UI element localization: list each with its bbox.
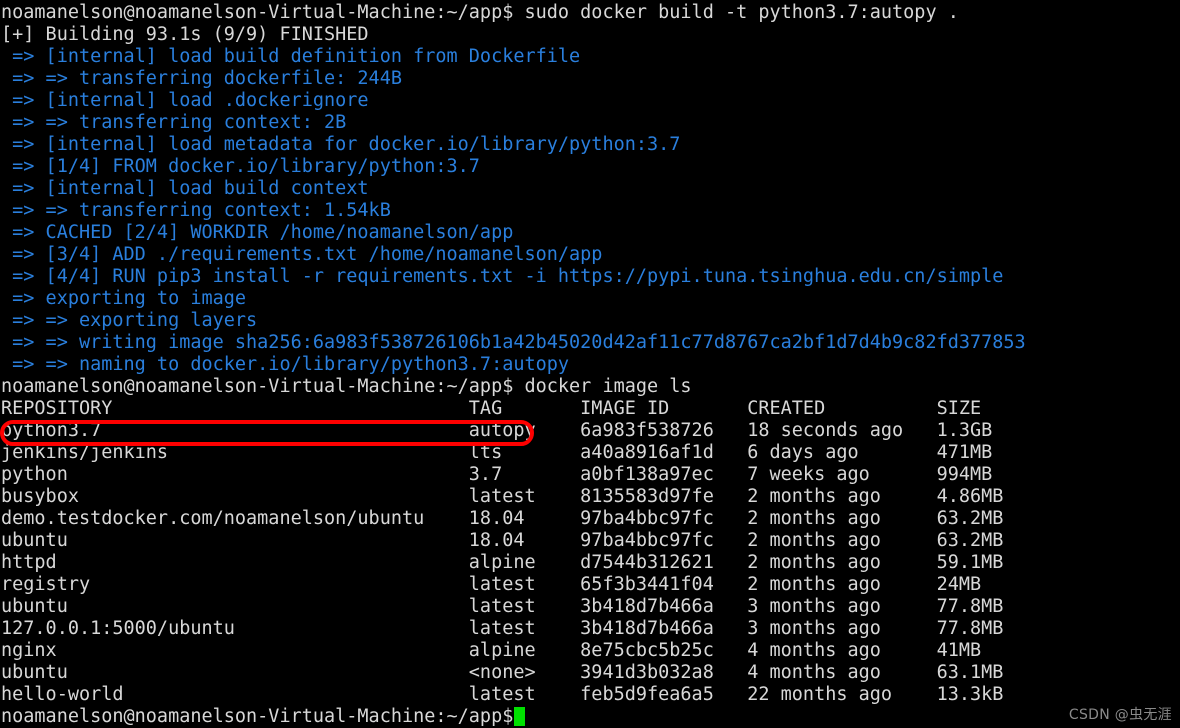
table-row: httpd alpine d7544b312621 2 months ago 5… [1, 552, 1004, 573]
table-header-row: REPOSITORY TAG IMAGE ID CREATED SIZE [1, 398, 982, 419]
table-row: ubuntu 18.04 97ba4bbc97fc 2 months ago 6… [1, 530, 1004, 551]
terminal-prompt-line[interactable]: noamanelson@noamanelson-Virtual-Machine:… [0, 706, 1180, 728]
terminal-screen: noamanelson@noamanelson-Virtual-Machine:… [0, 2, 1180, 728]
text-cursor [514, 707, 526, 726]
table-row: python 3.7 a0bf138a97ec 7 weeks ago 994M… [1, 464, 993, 485]
prompt-text: noamanelson@noamanelson-Virtual-Machine:… [1, 706, 514, 727]
terminal-output-line: => => transferring dockerfile: 244B [1, 68, 402, 89]
table-row: 127.0.0.1:5000/ubuntu latest 3b418d7b466… [1, 618, 1004, 639]
terminal-output-line: => => naming to docker.io/library/python… [1, 354, 570, 375]
table-row: hello-world latest feb5d9fea6a5 22 month… [1, 684, 1004, 705]
table-row: jenkins/jenkins lts a40a8916af1d 6 days … [1, 442, 993, 463]
terminal-window[interactable]: noamanelson@noamanelson-Virtual-Machine:… [0, 0, 1180, 728]
table-row: busybox latest 8135583d97fe 2 months ago… [1, 486, 1004, 507]
terminal-output-line: => CACHED [2/4] WORKDIR /home/noamanelso… [1, 222, 514, 243]
terminal-output-line: => [internal] load .dockerignore [1, 90, 369, 111]
terminal-output-line: => => transferring context: 1.54kB [1, 200, 391, 221]
watermark: CSDN @虫无涯 [1068, 707, 1172, 723]
table-row: nginx alpine 8e75cbc5b25c 4 months ago 4… [1, 640, 982, 661]
terminal-output-line: => [4/4] RUN pip3 install -r requirement… [1, 266, 1004, 287]
terminal-prompt-line: noamanelson@noamanelson-Virtual-Machine:… [1, 376, 692, 397]
table-row: ubuntu <none> 3941d3b032a8 4 months ago … [1, 662, 1004, 683]
terminal-output-line: => => transferring context: 2B [1, 112, 347, 133]
terminal-prompt-line: noamanelson@noamanelson-Virtual-Machine:… [1, 2, 959, 23]
terminal-output-line: => => exporting layers [1, 310, 258, 331]
terminal-output-line: => [internal] load build definition from… [1, 46, 581, 67]
terminal-output-line: => exporting to image [1, 288, 247, 309]
terminal-active-prompt-line[interactable]: noamanelson@noamanelson-Virtual-Machine:… [0, 706, 1180, 728]
terminal-output-line: => [internal] load build context [1, 178, 369, 199]
table-row: ubuntu latest 3b418d7b466a 3 months ago … [1, 596, 1004, 617]
terminal-scrollback: noamanelson@noamanelson-Virtual-Machine:… [0, 2, 1180, 398]
table-row: demo.testdocker.com/noamanelson/ubuntu 1… [1, 508, 1004, 529]
terminal-output-line: => [3/4] ADD ./requirements.txt /home/no… [1, 244, 603, 265]
terminal-output-line: [+] Building 93.1s (9/9) FINISHED [1, 24, 369, 45]
docker-image-table: REPOSITORY TAG IMAGE ID CREATED SIZE pyth… [0, 398, 1180, 706]
terminal-output-line: => [internal] load metadata for docker.i… [1, 134, 681, 155]
table-row: registry latest 65f3b3441f04 2 months ag… [1, 574, 982, 595]
terminal-output-line: => => writing image sha256:6a983f5387261… [1, 332, 1026, 353]
table-row: python3.7 autopy 6a983f538726 18 seconds… [1, 420, 993, 441]
terminal-output-line: => [1/4] FROM docker.io/library/python:3… [1, 156, 480, 177]
